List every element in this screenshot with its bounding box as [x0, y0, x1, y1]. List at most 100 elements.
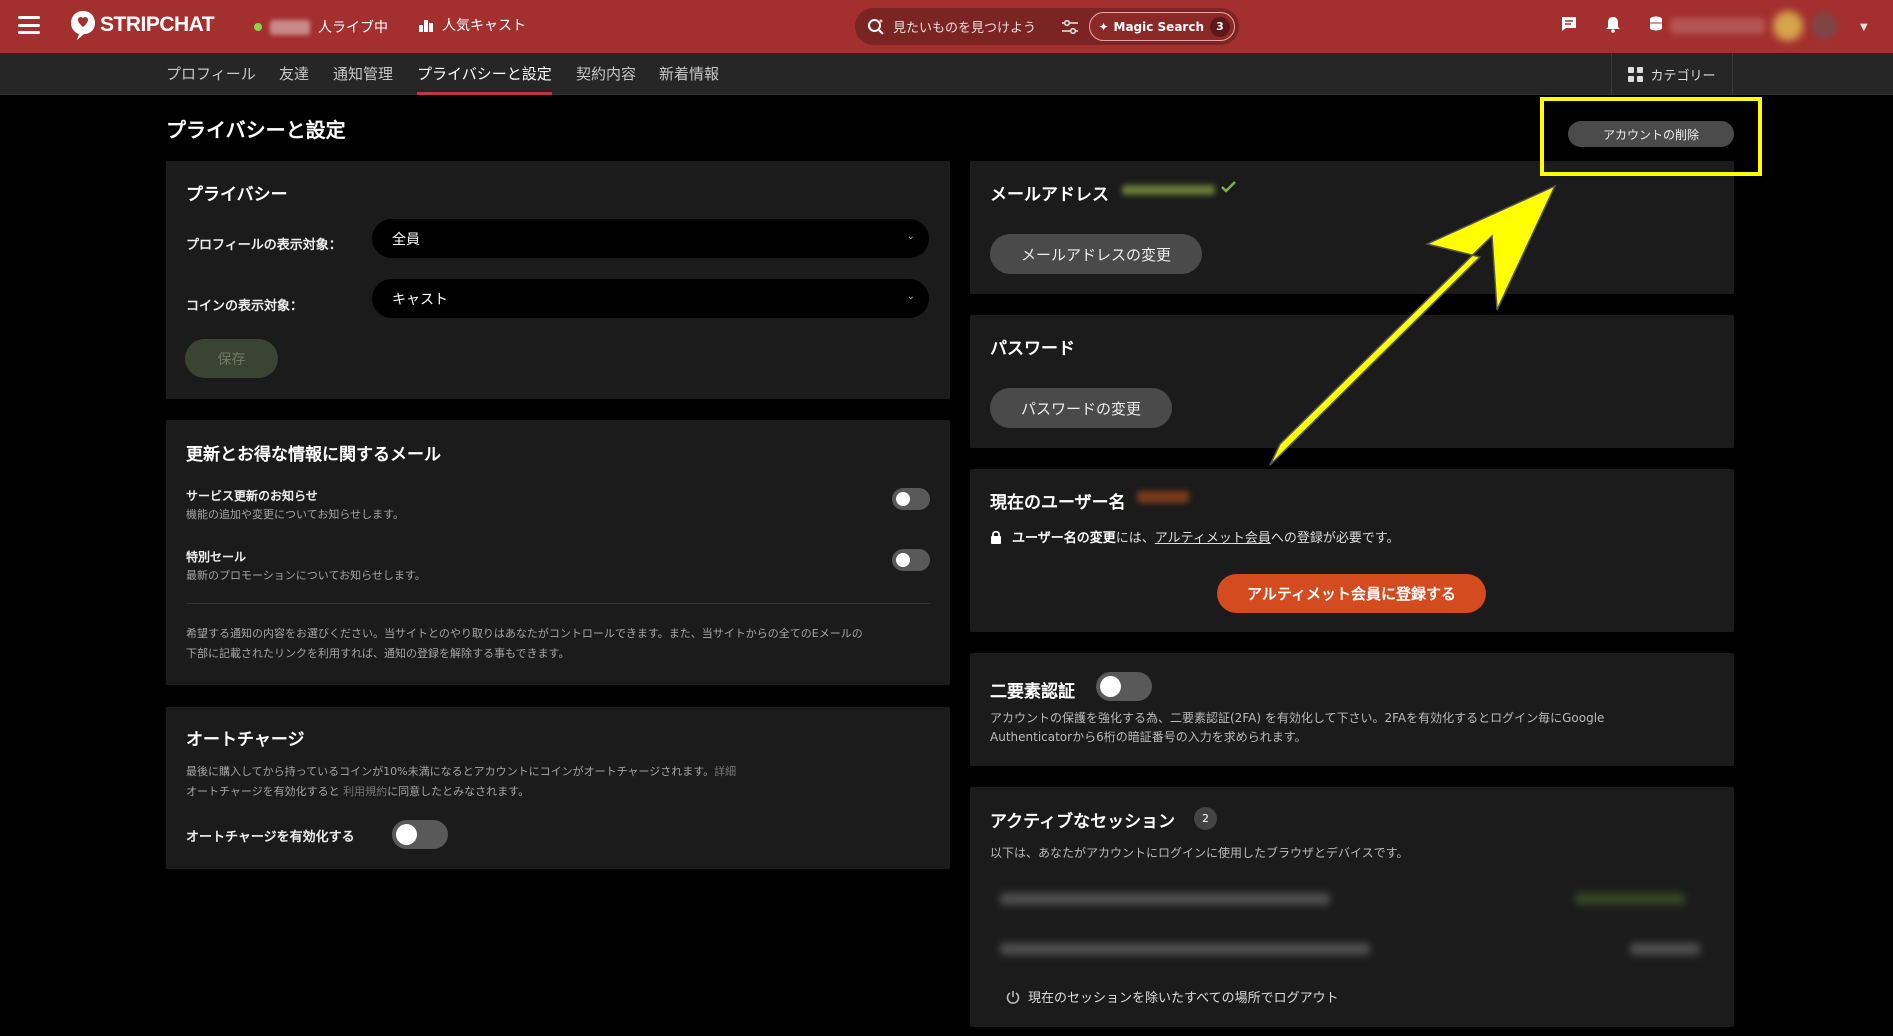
live-dot-icon: [254, 23, 262, 31]
coin-visibility-select[interactable]: キャスト ⌄: [372, 279, 929, 318]
user-account-menu[interactable]: [1670, 10, 1850, 42]
tab-whats-new[interactable]: 新着情報: [659, 63, 719, 95]
session-row-2-action[interactable]: [1630, 943, 1700, 955]
active-sessions-title: アクティブなセッション: [990, 812, 1176, 832]
verified-check-icon: [1221, 181, 1236, 193]
coin-visibility-value: キャスト: [392, 291, 448, 308]
magic-search-button[interactable]: ✦ Magic Search 3: [1089, 12, 1235, 41]
chevron-down-icon: ⌄: [906, 291, 915, 302]
email-address-panel: メールアドレス: [970, 161, 1734, 294]
settings-subnav: プロフィール 友達 通知管理 プライバシーと設定 契約内容 新着情報 カテゴリー: [0, 53, 1893, 95]
autocharge-toggle-label: オートチャージを有効化する: [186, 830, 355, 845]
search-sparkle-icon: [868, 18, 884, 35]
two-factor-panel: 二要素認証 アカウントの保護を強化する為、二要素認証(2FA) を有効化して下さ…: [970, 653, 1734, 766]
coins-icon[interactable]: [1648, 15, 1666, 33]
live-count-label: 人ライブ中: [318, 20, 388, 36]
username-change-end: への登録が必要です。: [1270, 531, 1400, 546]
header-icons: [1560, 15, 1666, 33]
highlight-box: [1540, 97, 1762, 176]
session-row-2: [1000, 943, 1370, 955]
service-updates-desc: 機能の追加や変更についてお知らせします。: [186, 508, 405, 521]
brand-name: STRIPCHAT: [100, 13, 215, 36]
lock-icon: [991, 530, 1001, 544]
session-row-1: [1000, 893, 1330, 905]
password-panel: パスワード: [970, 315, 1734, 448]
active-sessions-desc: 以下は、あなたがアカウントにログインに使用したブラウザとデバイスです。: [990, 846, 1409, 860]
tab-notifications[interactable]: 通知管理: [333, 63, 393, 95]
logo[interactable]: STRIPCHAT: [70, 9, 215, 41]
tab-friends[interactable]: 友達: [279, 63, 309, 95]
avatar: [1773, 11, 1803, 41]
magic-search-count: 3: [1210, 16, 1230, 37]
sparkle-icon: ✦: [1098, 19, 1109, 34]
tab-contract[interactable]: 契約内容: [576, 63, 636, 95]
username-change-message: ユーザー名の変更 には、 アルティメット会員 への登録が必要です。: [990, 527, 1400, 546]
username-change-bold: ユーザー名の変更: [1012, 531, 1116, 546]
live-count: 人ライブ中: [254, 17, 388, 37]
save-button[interactable]: 保存: [185, 339, 278, 378]
two-factor-desc-line1: アカウントの保護を強化する為、二要素認証(2FA) を有効化して下さい。2FAを…: [990, 711, 1605, 725]
service-updates-title: サービス更新のお知らせ: [186, 489, 318, 503]
search-input[interactable]: 見たいものを見つけよう: [893, 17, 1061, 36]
autocharge-details-link[interactable]: 詳細: [714, 765, 736, 778]
session-count-badge: 2: [1194, 807, 1217, 830]
autocharge-desc2-post: に同意したとみなされます。: [387, 785, 530, 798]
privacy-title: プライバシー: [186, 185, 288, 205]
change-email-button[interactable]: メールアドレスの変更: [990, 234, 1202, 274]
username-blurred: [1811, 13, 1837, 39]
autocharge-desc2: オートチャージを有効化すると 利用規約に同意したとみなされます。: [186, 782, 529, 802]
bell-icon[interactable]: [1604, 15, 1622, 33]
email-address-blurred: [1122, 185, 1215, 195]
terms-link[interactable]: 利用規約: [343, 785, 387, 798]
grid-icon: [1628, 66, 1644, 82]
divider: [186, 603, 930, 604]
chat-icon[interactable]: [1560, 15, 1578, 33]
chevron-down-icon: ⌄: [906, 231, 915, 242]
live-number-blurred: [270, 19, 310, 35]
username-blurred: [1137, 491, 1189, 503]
magic-search-label: Magic Search: [1113, 19, 1205, 34]
email-note-line2: 下部に記載されたリンクを利用すれば、通知の登録を解除する事もできます。: [186, 647, 570, 660]
ultimate-member-link[interactable]: アルティメット会員: [1155, 527, 1271, 546]
autocharge-toggle[interactable]: [392, 820, 448, 849]
popular-casts-label: 人気キャスト: [442, 18, 526, 34]
hamburger-menu-icon[interactable]: [18, 16, 40, 34]
autocharge-desc1: 最後に購入してから持っているコインが10%未満になるとアカウントにコインがオート…: [186, 762, 736, 782]
email-preferences-title: 更新とお得な情報に関するメール: [186, 445, 441, 465]
search-bar[interactable]: 見たいものを見つけよう ✦ Magic Search 3: [855, 8, 1239, 45]
special-sale-toggle[interactable]: [892, 549, 930, 571]
password-title: パスワード: [990, 339, 1075, 359]
ultimate-signup-button[interactable]: アルティメット会員に登録する: [1217, 574, 1486, 613]
autocharge-desc1-text: 最後に購入してから持っているコインが10%未満になるとアカウントにコインがオート…: [186, 765, 715, 778]
profile-visibility-label: プロフィールの表示対象：: [186, 238, 342, 253]
email-address-title: メールアドレス: [990, 185, 1109, 205]
power-icon: [1006, 990, 1020, 1004]
privacy-panel: プライバシー プロフィールの表示対象： 全員 ⌄ コインの表示対象： キャスト …: [166, 161, 950, 399]
special-sale-desc: 最新のプロモーションについてお知らせします。: [186, 569, 426, 582]
top-header: STRIPCHAT 人ライブ中 人気キャスト 見たいものを見つけよう ✦ Mag…: [0, 0, 1893, 53]
logout-all-link[interactable]: 現在のセッションを除いたすべての場所でログアウト: [1006, 987, 1339, 1006]
service-updates-toggle[interactable]: [892, 488, 930, 510]
autocharge-desc2-pre: オートチャージを有効化すると: [186, 785, 344, 798]
username-title: 現在のユーザー名: [990, 493, 1126, 513]
email-note-line1: 希望する通知の内容をお選びください。当サイトとのやり取りはあなたがコントロールで…: [186, 627, 863, 640]
change-password-button[interactable]: パスワードの変更: [990, 388, 1172, 428]
page-title: プライバシーと設定: [166, 118, 346, 142]
two-factor-toggle[interactable]: [1096, 672, 1152, 701]
ranking-icon: [419, 20, 433, 32]
logo-mark-icon: [71, 11, 95, 40]
category-label: カテゴリー: [1650, 68, 1716, 84]
coin-visibility-label: コインの表示対象：: [186, 299, 304, 314]
active-sessions-panel: アクティブなセッション 2 以下は、あなたがアカウントにログインに使用したブラウ…: [970, 787, 1734, 1027]
tab-profile[interactable]: プロフィール: [166, 63, 256, 95]
coin-balance-blurred: [1670, 18, 1765, 34]
profile-visibility-select[interactable]: 全員 ⌄: [372, 219, 929, 258]
popular-casts-link[interactable]: 人気キャスト: [418, 15, 526, 35]
session-current-badge: [1575, 893, 1685, 905]
two-factor-desc-line2: Authenticatorから6桁の暗証番号の入力を求められます。: [990, 730, 1307, 744]
chevron-down-icon[interactable]: ▼: [1860, 22, 1868, 33]
tab-privacy-settings[interactable]: プライバシーと設定: [417, 63, 552, 95]
autocharge-panel: オートチャージ 最後に購入してから持っているコインが10%未満になるとアカウント…: [166, 707, 950, 869]
category-button[interactable]: カテゴリー: [1611, 53, 1733, 95]
filter-icon[interactable]: [1061, 19, 1079, 35]
